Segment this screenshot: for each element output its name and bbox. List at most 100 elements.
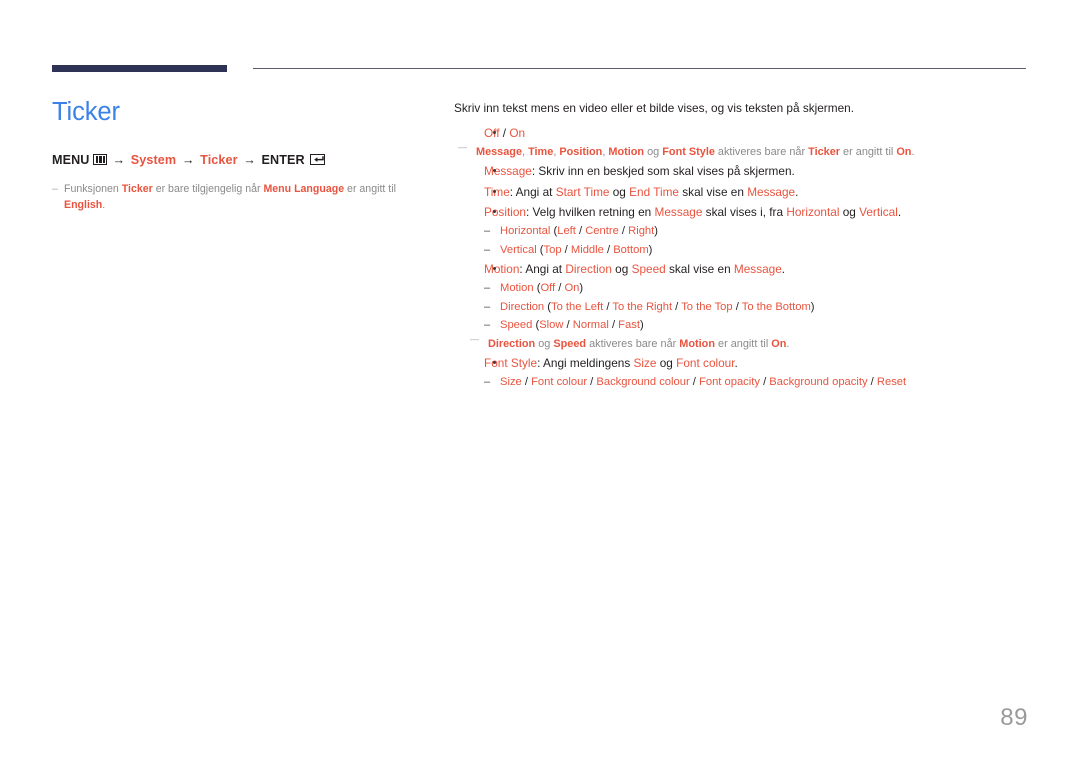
text-run: / bbox=[618, 225, 629, 238]
text-run: Direction bbox=[488, 337, 536, 350]
left-note-keyword-menu-language: Menu Language bbox=[263, 183, 345, 196]
list-item-text: Message: Skriv inn en beskjed som skal v… bbox=[484, 161, 1026, 181]
header-rules bbox=[0, 0, 1080, 80]
text-run: Speed bbox=[631, 262, 666, 277]
text-run: aktiveres bare når bbox=[714, 145, 809, 158]
text-run: Font Style bbox=[484, 356, 538, 371]
sub-list: Horizontal (Left / Centre / Right)Vertic… bbox=[484, 222, 1026, 259]
sub-list-item: Speed (Slow / Normal / Fast) bbox=[484, 316, 1026, 335]
text-run: Vertical bbox=[500, 243, 537, 256]
menu-path-step-ticker[interactable]: Ticker bbox=[200, 153, 237, 167]
note-item: Direction og Speed aktiveres bare når Mo… bbox=[454, 332, 1026, 353]
text-run: / bbox=[732, 300, 742, 313]
list-item-text: Time: Angi at Start Time og End Time ska… bbox=[484, 182, 1026, 202]
menu-path-step-system[interactable]: System bbox=[131, 153, 176, 167]
left-note-part3: er angitt til bbox=[344, 183, 396, 196]
left-note-keyword-ticker: Ticker bbox=[121, 183, 153, 196]
text-run: / bbox=[563, 319, 573, 332]
text-run: Message bbox=[484, 164, 532, 179]
path-arrow-3: → bbox=[243, 153, 256, 168]
text-run: og bbox=[839, 204, 860, 219]
text-run: / bbox=[499, 125, 510, 140]
text-run: Speed bbox=[553, 337, 587, 350]
text-run: : Velg hvilken retning en bbox=[525, 204, 655, 219]
enter-label: ENTER bbox=[261, 153, 305, 168]
text-run: Reset bbox=[876, 376, 907, 389]
text-run: / bbox=[521, 376, 532, 389]
page-number: 89 bbox=[1000, 704, 1028, 731]
text-run: Centre bbox=[585, 225, 619, 238]
text-run: Font Style bbox=[662, 145, 715, 158]
text-run: To the Left bbox=[551, 300, 604, 313]
path-arrow-1: → bbox=[112, 153, 126, 168]
left-note-part1: Funksjonen bbox=[64, 183, 122, 196]
text-run: ) bbox=[810, 300, 815, 313]
left-note-part4: . bbox=[102, 198, 106, 211]
sub-list: Size / Font colour / Background colour /… bbox=[484, 373, 1026, 392]
text-run: On bbox=[771, 337, 787, 350]
sub-list-item: Vertical (Top / Middle / Bottom) bbox=[484, 241, 1026, 260]
text-run: . bbox=[781, 262, 786, 277]
text-run: er angitt til bbox=[714, 337, 772, 350]
text-run: / bbox=[561, 243, 571, 256]
list-item: Message: Skriv inn en beskjed som skal v… bbox=[454, 161, 1026, 181]
text-run: : Angi meldingens bbox=[537, 356, 634, 371]
text-run: skal vises i, fra bbox=[702, 204, 787, 219]
text-run: Time bbox=[484, 184, 510, 199]
text-run: Message bbox=[654, 204, 703, 219]
list-item: Font Style: Angi meldingens Size og Font… bbox=[454, 353, 1026, 392]
text-run: Motion bbox=[679, 337, 715, 350]
list-item-text: Motion: Angi at Direction og Speed skal … bbox=[484, 259, 1026, 279]
left-note: Funksjonen Ticker er bare tilgjengelig n… bbox=[52, 182, 422, 213]
list-item-text: Font Style: Angi meldingens Size og Font… bbox=[484, 353, 1026, 373]
text-run: / bbox=[689, 376, 700, 389]
sub-list-item: Horizontal (Left / Centre / Right) bbox=[484, 222, 1026, 241]
menu-navigation-path: MENU → System → Ticker → ENTER bbox=[52, 152, 422, 168]
text-run: . bbox=[786, 337, 790, 350]
text-run: . bbox=[734, 356, 738, 371]
text-run: To the Bottom bbox=[741, 300, 811, 313]
text-run: Motion bbox=[608, 145, 645, 158]
text-run: ) bbox=[648, 243, 653, 256]
text-run: Vertical bbox=[859, 204, 898, 219]
text-run: Normal bbox=[572, 319, 609, 332]
text-run: . bbox=[795, 184, 799, 199]
text-run: Right bbox=[628, 225, 655, 238]
page-title: Ticker bbox=[52, 98, 120, 126]
text-run: Motion bbox=[500, 282, 534, 295]
text-run: Size bbox=[633, 356, 657, 371]
text-run: To the Top bbox=[681, 300, 733, 313]
left-column: Ticker MENU → System → Ticker → ENTER Fun… bbox=[52, 98, 422, 213]
text-run: Font opacity bbox=[699, 376, 760, 389]
enter-key-icon bbox=[309, 154, 325, 166]
list-item: Off / On bbox=[454, 123, 1026, 143]
header-rule-thick bbox=[52, 65, 227, 72]
list-item: Position: Velg hvilken retning en Messag… bbox=[454, 202, 1026, 259]
text-run: Font colour bbox=[531, 376, 588, 389]
text-run: Middle bbox=[570, 243, 604, 256]
text-run: og bbox=[535, 337, 554, 350]
text-run: / bbox=[867, 376, 877, 389]
sub-list-item: Direction (To the Left / To the Right / … bbox=[484, 298, 1026, 317]
list-item-text: Off / On bbox=[484, 123, 1026, 143]
text-run: To the Right bbox=[612, 300, 673, 313]
text-run: og bbox=[644, 145, 663, 158]
menu-grid-icon bbox=[93, 154, 108, 166]
text-run: Time bbox=[528, 145, 554, 158]
sub-list-item: Size / Font colour / Background colour /… bbox=[484, 373, 1026, 392]
text-run: Speed bbox=[500, 319, 533, 332]
text-run: / bbox=[603, 243, 614, 256]
text-run: og bbox=[656, 356, 677, 371]
text-run: Slow bbox=[539, 319, 564, 332]
text-run: Top bbox=[543, 243, 562, 256]
text-run: skal vise en bbox=[679, 184, 748, 199]
text-run: / bbox=[672, 300, 682, 313]
header-rule-thin bbox=[253, 68, 1026, 70]
text-run: Horizontal bbox=[786, 204, 840, 219]
text-run: Horizontal bbox=[500, 225, 551, 238]
text-run: og bbox=[611, 262, 632, 277]
text-run: Bottom bbox=[613, 243, 649, 256]
note-item: Message, Time, Position, Motion og Font … bbox=[454, 140, 1026, 161]
sub-list-item: Motion (Off / On) bbox=[484, 279, 1026, 298]
text-run: Message bbox=[747, 184, 796, 199]
